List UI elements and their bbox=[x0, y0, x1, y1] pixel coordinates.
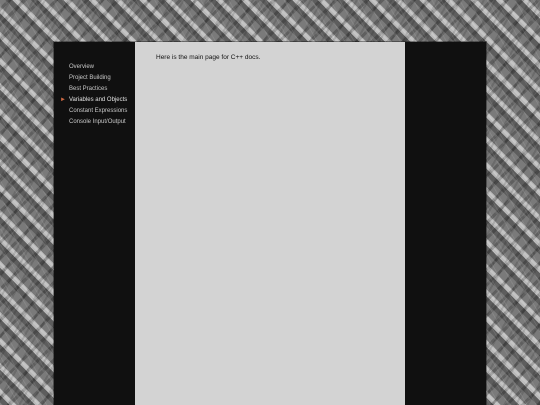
play-arrow-icon: ► bbox=[60, 97, 66, 103]
sidebar-item-label: Variables and Objects bbox=[69, 97, 128, 103]
sidebar-item-label: Console Input/Output bbox=[69, 119, 126, 125]
sidebar-item-best-practices[interactable]: Best Practices bbox=[69, 84, 135, 95]
sidebar-item-label: Overview bbox=[69, 64, 95, 70]
right-rail bbox=[405, 42, 486, 405]
sidebar-item-label: Best Practices bbox=[69, 86, 108, 92]
sidebar-item-variables-and-objects[interactable]: ► Variables and Objects bbox=[60, 95, 135, 106]
sidebar-item-console-input-output[interactable]: Console Input/Output bbox=[69, 117, 135, 128]
docs-layout: Overview Project Building Best Practices… bbox=[54, 42, 486, 405]
sidebar-item-overview[interactable]: Overview bbox=[69, 62, 135, 73]
sidebar-item-project-building[interactable]: Project Building bbox=[69, 73, 135, 84]
sidebar-item-label: Constant Expressions bbox=[69, 108, 128, 114]
sidebar-item-label: Project Building bbox=[69, 75, 111, 81]
sidebar-nav-list: Overview Project Building Best Practices… bbox=[54, 62, 135, 128]
main-page-text: Here is the main page for C++ docs. bbox=[156, 54, 261, 61]
sidebar: Overview Project Building Best Practices… bbox=[54, 42, 135, 405]
sidebar-item-constant-expressions[interactable]: Constant Expressions bbox=[69, 106, 135, 117]
main-content: Here is the main page for C++ docs. bbox=[135, 42, 405, 405]
